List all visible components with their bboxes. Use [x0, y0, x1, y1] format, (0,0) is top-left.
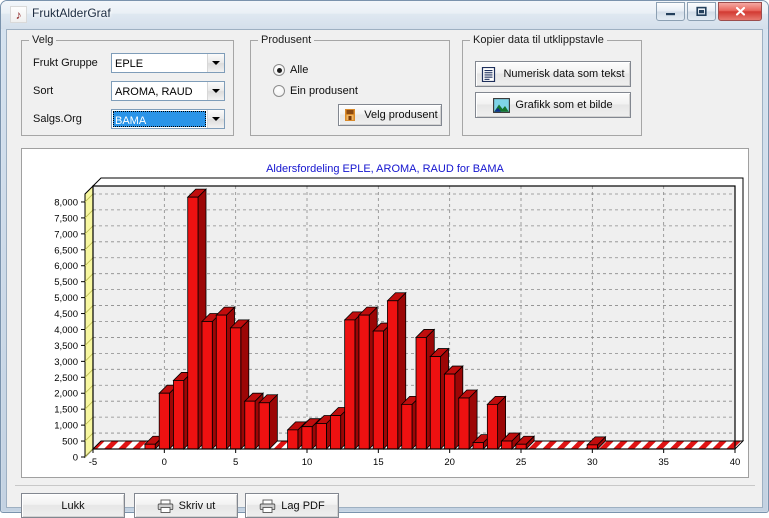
- y-tick-label: 7,500: [54, 213, 78, 224]
- minimize-button[interactable]: [656, 2, 685, 21]
- y-tick-label: 3,000: [54, 357, 78, 368]
- radio-alle-label: Alle: [290, 64, 309, 76]
- lukk-button[interactable]: Lukk: [21, 493, 125, 518]
- y-tick-label: 8,000: [54, 197, 78, 208]
- y-tick-label: 3,500: [54, 341, 78, 352]
- salgs-org-value: BAMA: [113, 111, 206, 127]
- frukt-gruppe-value: EPLE: [115, 58, 144, 70]
- window-title: FruktAlderGraf: [32, 6, 111, 20]
- y-tick-label: 2,000: [54, 389, 78, 400]
- frukt-gruppe-combo[interactable]: EPLE: [111, 53, 225, 73]
- footer-divider: [15, 485, 755, 486]
- sort-value: AROMA, RAUD: [115, 86, 193, 98]
- skriv-ut-label: Skriv ut: [178, 499, 216, 512]
- velg-group-legend: Velg: [29, 34, 57, 46]
- chevron-down-icon[interactable]: [207, 82, 224, 100]
- x-tick-label: 20: [444, 457, 455, 468]
- minimize-icon: [666, 12, 675, 15]
- person-icon: [342, 108, 358, 122]
- title-bar: ♪ FruktAlderGraf: [1, 1, 768, 29]
- velg-group: Velg Frukt Gruppe EPLE Sort AROMA, RAUD …: [21, 34, 234, 136]
- numerisk-data-button[interactable]: Numerisk data som tekst: [475, 61, 631, 87]
- radio-alle[interactable]: Alle: [273, 64, 308, 76]
- maximize-icon: [696, 6, 707, 16]
- y-tick-label: 500: [62, 437, 78, 448]
- y-tick-label: 5,500: [54, 277, 78, 288]
- sort-combo[interactable]: AROMA, RAUD: [111, 81, 225, 101]
- x-tick-label: 5: [233, 457, 238, 468]
- x-tick-label: 10: [302, 457, 313, 468]
- skriv-ut-button[interactable]: Skriv ut: [134, 493, 238, 518]
- velg-produsent-button[interactable]: Velg produsent: [338, 104, 442, 126]
- salgs-org-combo[interactable]: BAMA: [111, 109, 225, 129]
- chevron-down-icon[interactable]: [207, 54, 224, 72]
- produsent-group: Produsent Alle Ein produsent Velg produs…: [250, 34, 450, 136]
- grafikk-bilde-button[interactable]: Grafikk som et bilde: [475, 92, 631, 118]
- chevron-down-icon[interactable]: [207, 110, 224, 128]
- text-document-icon: [481, 66, 497, 83]
- numerisk-data-label: Numerisk data som tekst: [503, 68, 625, 80]
- radio-ein-produsent-label: Ein produsent: [290, 85, 358, 97]
- y-tick-label: 4,500: [54, 309, 78, 320]
- x-tick-label: 25: [516, 457, 527, 468]
- y-tick-label: 6,500: [54, 245, 78, 256]
- kopier-group: Kopier data til utklippstavle Numerisk d…: [462, 34, 642, 136]
- velg-produsent-label: Velg produsent: [364, 109, 438, 121]
- client-area: Velg Frukt Gruppe EPLE Sort AROMA, RAUD …: [6, 29, 763, 518]
- y-tick-label: 1,000: [54, 421, 78, 432]
- lag-pdf-button[interactable]: Lag PDF: [245, 493, 339, 518]
- x-tick-label: -5: [89, 457, 97, 468]
- radio-ein-produsent[interactable]: Ein produsent: [273, 85, 358, 97]
- age-distribution-bar-chart[interactable]: 0 500 1,000 1,500 2,000 2,500 3,000 3,500 4,000 4…: [22, 149, 750, 479]
- printer-icon: [157, 499, 173, 513]
- kopier-group-legend: Kopier data til utklippstavle: [470, 34, 607, 46]
- application-window: ♪ FruktAlderGraf Velg Frukt Gruppe EPLE …: [0, 0, 769, 518]
- chart-panel: Aldersfordeling EPLE, AROMA, RAUD for BA…: [21, 148, 749, 478]
- lukk-label: Lukk: [61, 499, 85, 512]
- sort-label: Sort: [33, 85, 54, 97]
- bar: [457, 389, 479, 450]
- y-tick-label: 1,500: [54, 405, 78, 416]
- y-tick-label: 7,000: [54, 229, 78, 240]
- picture-image-icon: [493, 98, 511, 113]
- y-tick-label: 0: [73, 453, 78, 464]
- printer-icon: [259, 499, 276, 513]
- maximize-button[interactable]: [687, 2, 716, 21]
- y-tick-label: 5,000: [54, 293, 78, 304]
- x-tick-label: 35: [658, 457, 669, 468]
- frukt-gruppe-label: Frukt Gruppe: [33, 57, 98, 69]
- close-icon: [735, 6, 745, 16]
- y-tick-label: 2,500: [54, 373, 78, 384]
- close-button[interactable]: [718, 2, 762, 21]
- x-tick-label: 30: [587, 457, 598, 468]
- y-tick-label: 6,000: [54, 261, 78, 272]
- y-tick-label: 4,000: [54, 325, 78, 336]
- app-note-icon: ♪: [10, 6, 27, 23]
- produsent-group-legend: Produsent: [258, 34, 315, 46]
- x-tick-label: 15: [373, 457, 384, 468]
- radio-alle-indicator[interactable]: [273, 64, 285, 76]
- lag-pdf-label: Lag PDF: [281, 499, 325, 512]
- grafikk-bilde-label: Grafikk som et bilde: [515, 99, 613, 111]
- x-tick-label: 40: [730, 457, 741, 468]
- bar: [258, 393, 279, 450]
- x-tick-label: 0: [162, 457, 167, 468]
- radio-ein-produsent-indicator[interactable]: [273, 85, 285, 97]
- salgs-org-label: Salgs.Org: [33, 113, 82, 125]
